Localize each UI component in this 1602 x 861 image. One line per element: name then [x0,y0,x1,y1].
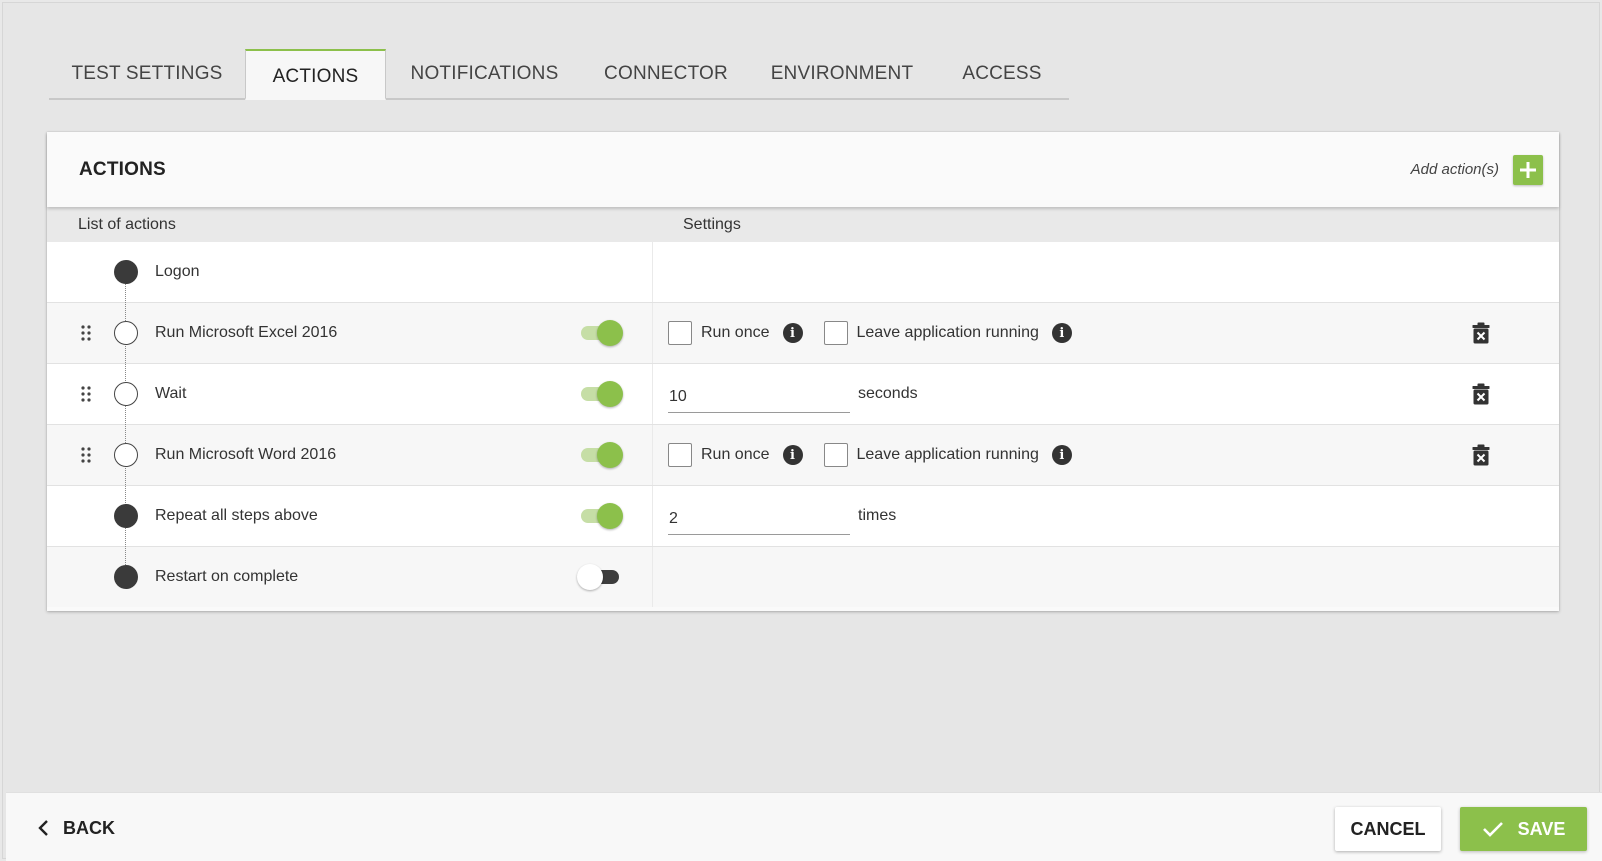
leave-running-label: Leave application running [856,446,1039,463]
add-action-button[interactable] [1513,154,1543,185]
action-row-repeat: Repeat all steps above times [47,486,1559,547]
action-left-cell: Logon [47,242,653,302]
tab-connector[interactable]: CONNECTOR [583,49,749,98]
action-row-logon: Logon [47,242,1559,303]
action-left-cell: Run Microsoft Word 2016 [47,425,653,485]
tab-actions[interactable]: ACTIONS [245,49,386,100]
step-node-hollow [114,382,138,406]
footer-bar: BACK CANCEL SAVE [6,792,1602,861]
enable-toggle[interactable] [579,503,623,529]
save-button[interactable]: SAVE [1460,807,1587,851]
repeat-count-input[interactable] [668,497,850,535]
column-list-of-actions: List of actions [78,215,176,233]
check-icon [1482,822,1503,837]
delete-icon[interactable] [1472,444,1490,466]
panel-header: ACTIONS Add action(s) [47,132,1559,207]
drag-handle-icon[interactable] [81,325,91,341]
leave-running-checkbox[interactable] [823,443,848,467]
drag-handle-icon[interactable] [81,447,91,463]
add-action-label: Add action(s) [1410,161,1499,178]
back-button[interactable]: BACK [37,809,115,847]
panel-title: ACTIONS [79,158,166,180]
enable-toggle[interactable] [579,320,623,346]
action-label: Wait [155,385,187,402]
cancel-button[interactable]: CANCEL [1335,807,1441,851]
unit-label: times [858,507,897,524]
leave-running-label: Leave application running [856,324,1039,341]
tab-notifications[interactable]: NOTIFICATIONS [386,49,583,98]
toggle-knob [597,503,623,529]
action-label: Restart on complete [155,568,299,585]
add-action-group: Add action(s) [1410,154,1543,185]
save-label: SAVE [1517,818,1566,839]
run-once-label: Run once [701,446,770,463]
delete-icon[interactable] [1472,383,1490,405]
tab-bar: TEST SETTINGS ACTIONS NOTIFICATIONS CONN… [49,49,1069,100]
info-icon[interactable]: i [782,323,803,343]
run-once-checkbox[interactable] [668,443,692,467]
step-node-filled [114,504,138,528]
step-node-hollow [114,321,138,345]
action-label: Logon [155,263,200,280]
enable-toggle[interactable] [579,442,623,468]
toggle-knob [597,320,623,346]
leave-running-checkbox[interactable] [823,321,848,345]
app-frame: TEST SETTINGS ACTIONS NOTIFICATIONS CONN… [2,2,1602,861]
action-settings: times [668,486,896,546]
action-row-wait: Wait seconds [47,364,1559,425]
run-once-label: Run once [701,324,770,341]
action-row-excel: Run Microsoft Excel 2016 Run once i Leav… [47,303,1559,364]
column-settings: Settings [683,215,741,233]
tab-environment[interactable]: ENVIRONMENT [749,49,935,98]
step-node-filled [114,260,138,284]
action-settings: Run once i Leave application running i [668,425,1072,485]
action-left-cell: Wait [47,364,653,424]
tab-test-settings[interactable]: TEST SETTINGS [49,49,245,98]
action-left-cell: Restart on complete [47,547,653,607]
action-left-cell: Run Microsoft Excel 2016 [47,303,653,363]
unit-label: seconds [858,385,918,402]
tab-access[interactable]: ACCESS [935,49,1069,98]
toggle-knob [597,381,623,407]
chevron-left-icon [38,820,48,836]
wait-seconds-input[interactable] [668,375,850,413]
info-icon[interactable]: i [782,445,803,465]
step-node-filled [114,565,138,589]
step-node-hollow [114,443,138,467]
action-label: Repeat all steps above [155,507,318,524]
run-once-checkbox[interactable] [668,321,692,345]
enable-toggle[interactable] [579,381,623,407]
toggle-knob [577,564,603,590]
drag-handle-icon[interactable] [81,386,91,402]
action-label: Run Microsoft Word 2016 [155,446,337,463]
delete-icon[interactable] [1472,322,1490,344]
action-settings: Run once i Leave application running i [668,303,1072,363]
actions-list: Logon Run Microsoft Excel 2016 Run once … [47,242,1559,607]
action-label: Run Microsoft Excel 2016 [155,324,338,341]
action-settings: seconds [668,364,918,424]
info-icon[interactable]: i [1051,445,1072,465]
plus-icon [1520,161,1536,178]
enable-toggle[interactable] [577,564,621,590]
actions-panel: ACTIONS Add action(s) List of actions Se… [47,132,1559,611]
column-header: List of actions Settings [47,207,1559,242]
action-left-cell: Repeat all steps above [47,486,653,546]
action-row-word: Run Microsoft Word 2016 Run once i Leave… [47,425,1559,486]
info-icon[interactable]: i [1051,323,1072,343]
back-label: BACK [63,817,115,838]
toggle-knob [597,442,623,468]
action-row-restart: Restart on complete [47,547,1559,607]
